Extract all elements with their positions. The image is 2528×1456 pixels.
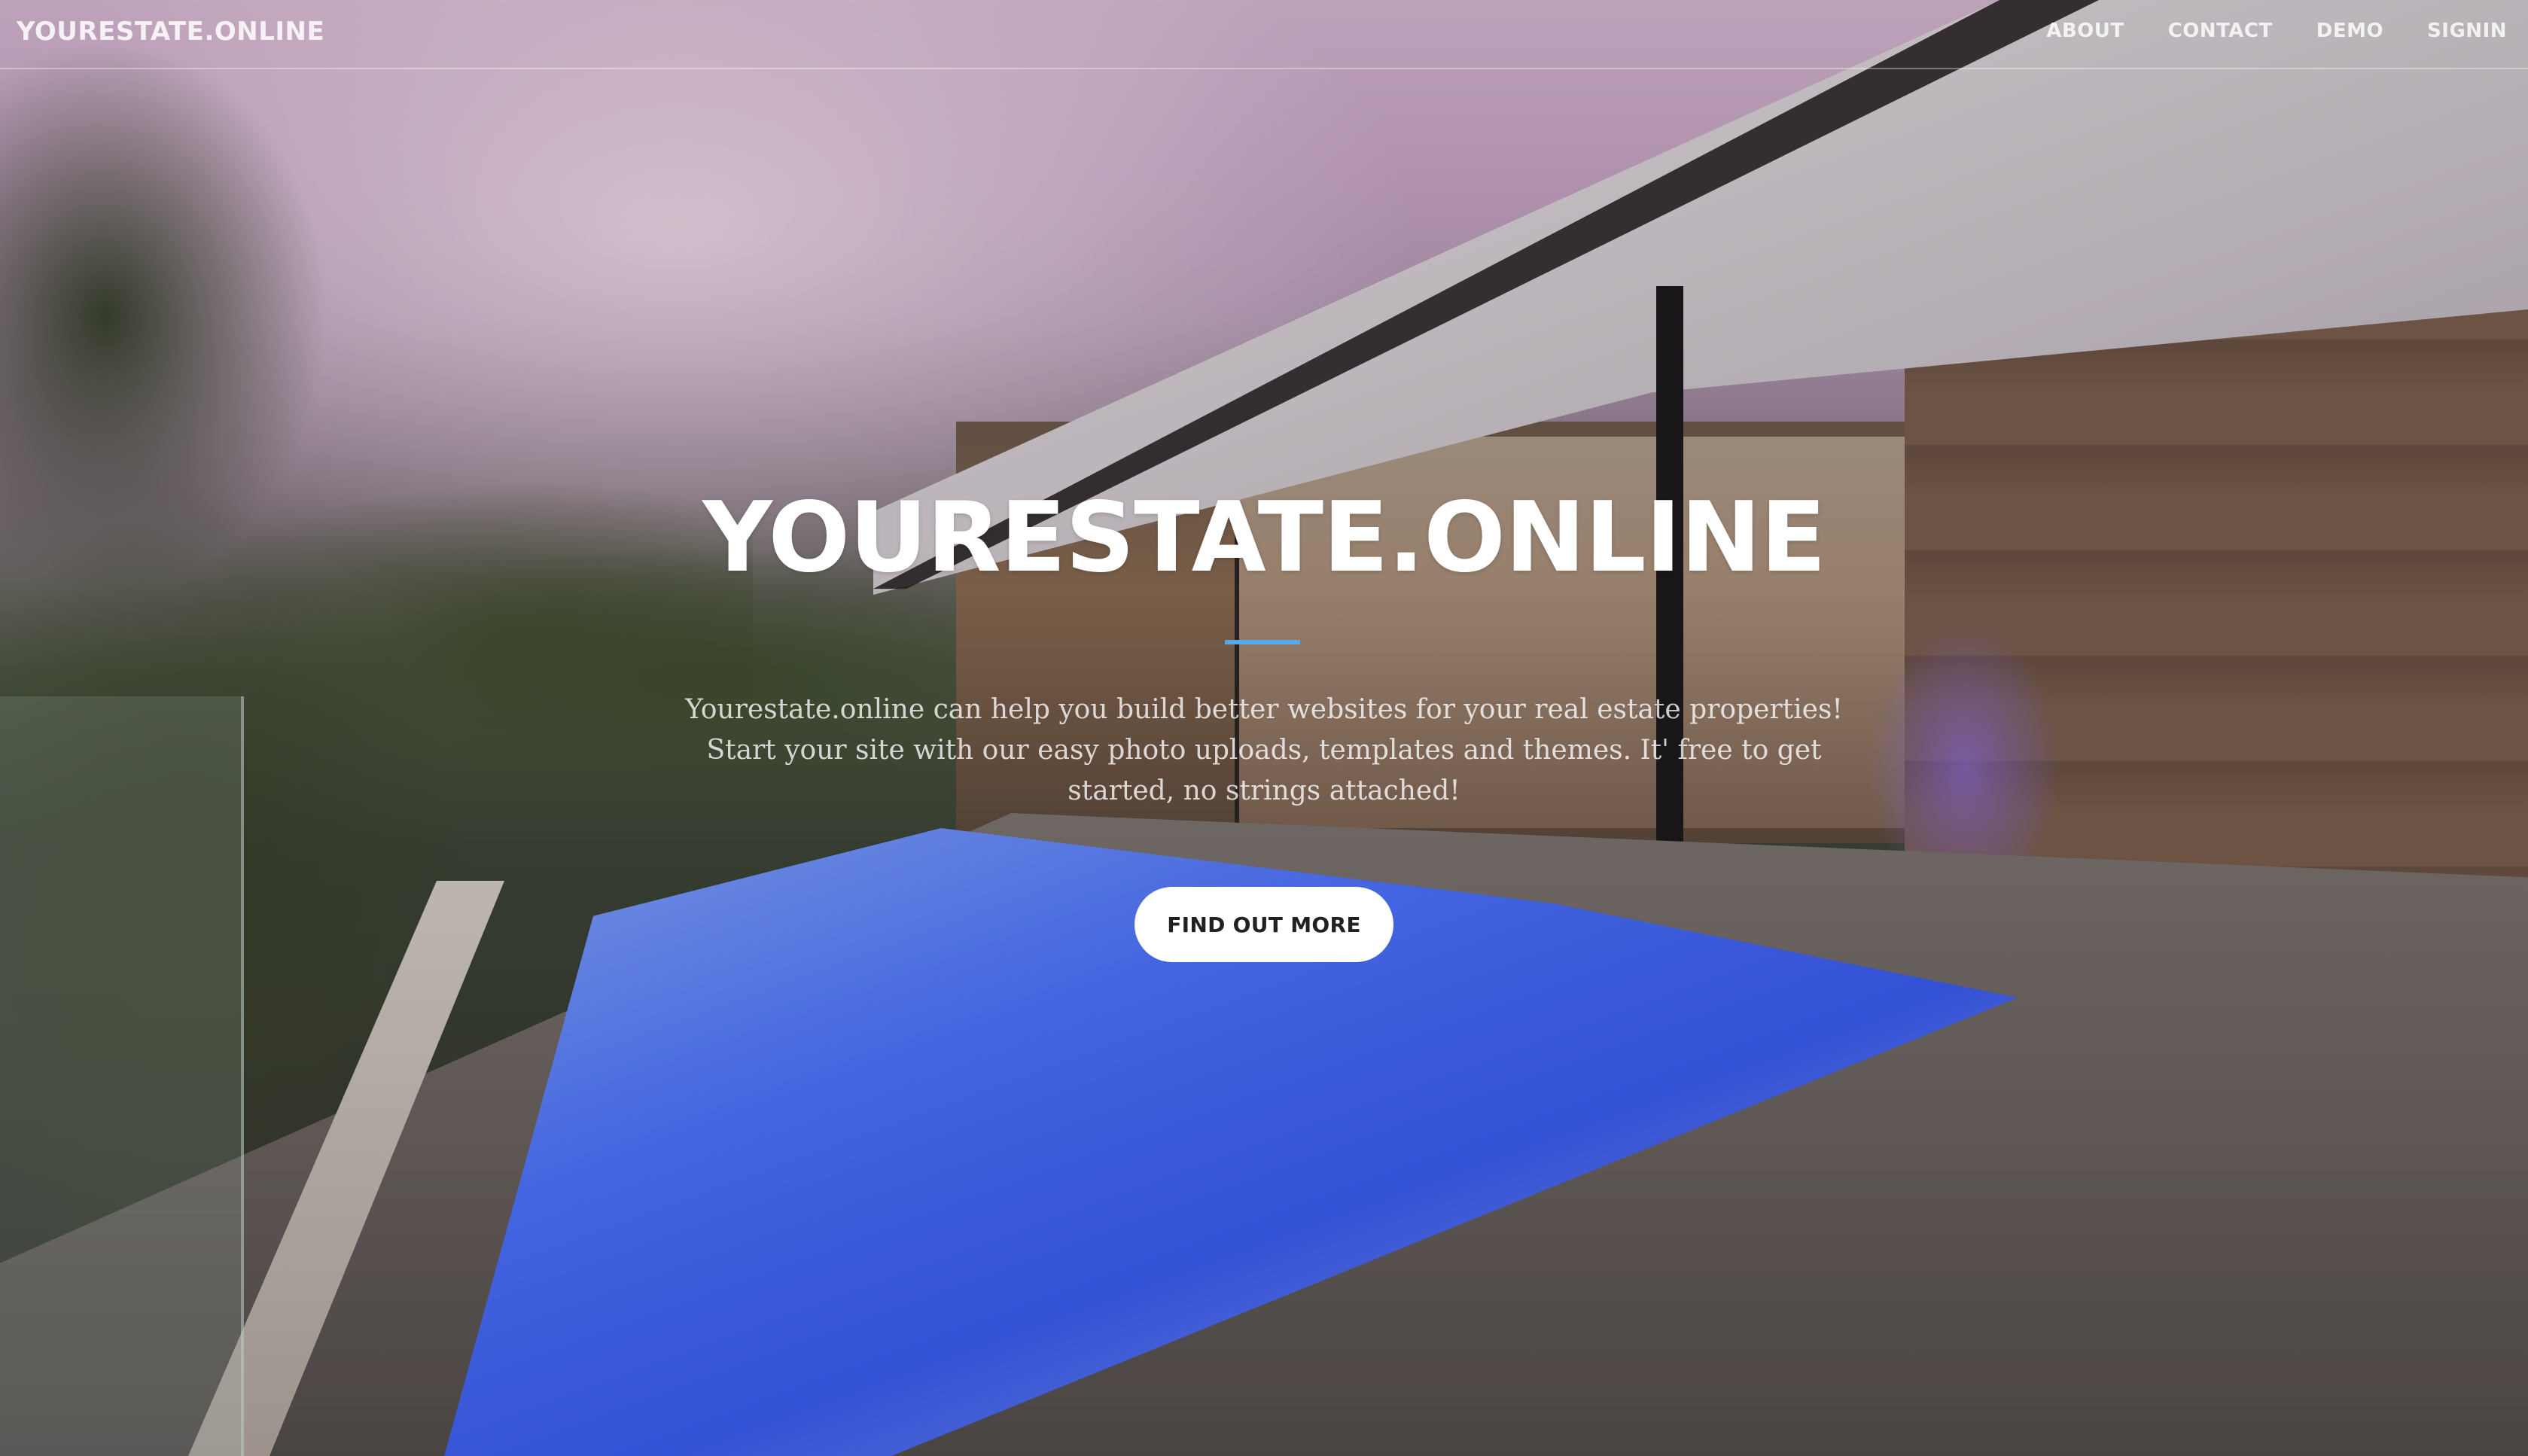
- find-out-more-button[interactable]: FIND OUT MORE: [1135, 887, 1393, 962]
- hero-section: YOURESTATE.ONLINE Yourestate.online can …: [0, 0, 2528, 1456]
- hero-divider: [1225, 640, 1300, 644]
- page: YOURESTATE.ONLINE ABOUT CONTACT DEMO SIG…: [0, 0, 2528, 1456]
- hero-title: YOURESTATE.ONLINE: [702, 482, 1826, 594]
- hero-description: Yourestate.online can help you build bet…: [685, 694, 1843, 806]
